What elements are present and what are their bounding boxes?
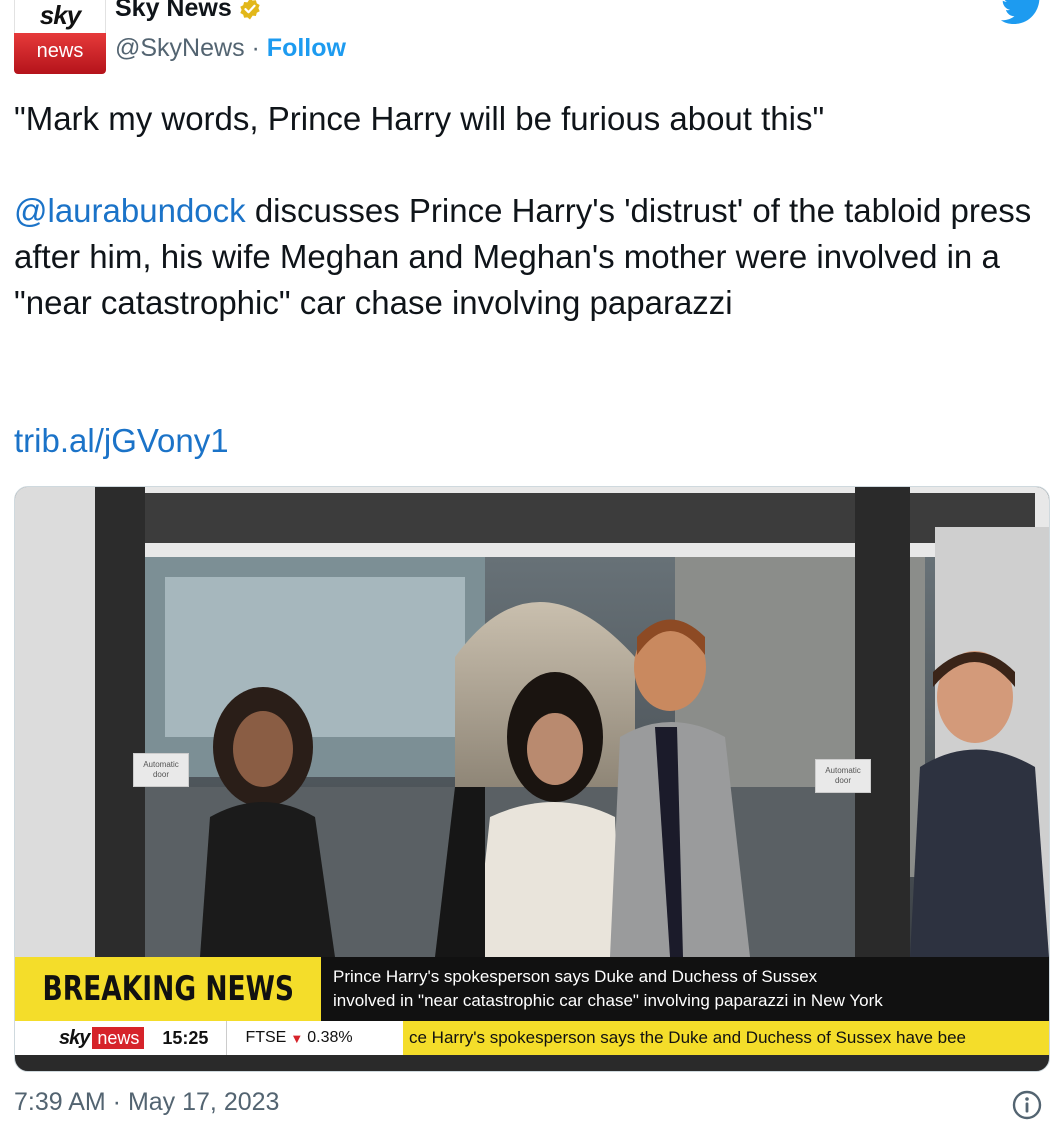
account-name[interactable]: Sky News [115,0,262,23]
ticker-scroll: ce Harry's spokesperson says the Duke an… [403,1021,1049,1055]
avatar-news-text: news [36,39,84,62]
door-sign-left: Automatic door [133,753,189,787]
news-ticker: sky news 15:25 FTSE ▼ 0.38% ce Harry's s… [15,1021,1049,1055]
info-icon[interactable] [1012,1090,1042,1120]
tweet-body: @laurabundock discusses Prince Harry's '… [14,188,1034,326]
ticker-time: 15:25 [162,1027,209,1048]
ticker-ftse-change: 0.38% [307,1029,353,1046]
tweet-header: sky news Sky News @SkyNews · Follow [0,0,1062,80]
breaking-text: Prince Harry's spokesperson says Duke an… [333,965,1033,1013]
ticker-news-logo: news [92,1027,145,1049]
ticker-ftse-label: FTSE [245,1029,287,1046]
tweet-timestamp[interactable]: 7:39 AM · May 17, 2023 [14,1088,279,1117]
tweet-link[interactable]: trib.al/jGVony1 [14,418,1034,464]
ticker-scroll-text: ce Harry's spokesperson says the Duke an… [409,1028,966,1047]
handle-separator: · [244,34,267,62]
down-arrow-icon: ▼ [290,1030,304,1046]
verified-badge-icon [240,0,260,19]
breaking-text-line2: involved in "near catastrophic car chase… [333,991,883,1010]
avatar-sky-text: sky [39,0,81,30]
handle-line: @SkyNews · Follow [115,34,346,63]
breaking-label-box: BREAKING NEWS [15,957,321,1021]
tweet-quote: "Mark my words, Prince Harry will be fur… [14,100,825,137]
account-handle[interactable]: @SkyNews [115,34,245,62]
breaking-news-bar: BREAKING NEWS Prince Harry's spokesperso… [15,957,1049,1021]
follow-button[interactable]: Follow [267,34,346,62]
door-sign-right: Automatic door [815,759,871,793]
twitter-bird-icon[interactable] [1000,0,1046,24]
video-frame-image [15,487,1049,957]
ticker-divider [226,1021,228,1055]
video-player[interactable]: Automatic door Automatic door BREAKING N… [14,486,1050,1072]
account-name-text: Sky News [115,0,232,22]
mention-link[interactable]: @laurabundock [14,192,246,229]
breaking-label: BREAKING NEWS [42,969,294,1009]
ticker-sky-logo: sky [59,1026,90,1049]
sky-news-avatar[interactable]: sky news [14,0,106,74]
breaking-text-line1: Prince Harry's spokesperson says Duke an… [333,967,818,986]
